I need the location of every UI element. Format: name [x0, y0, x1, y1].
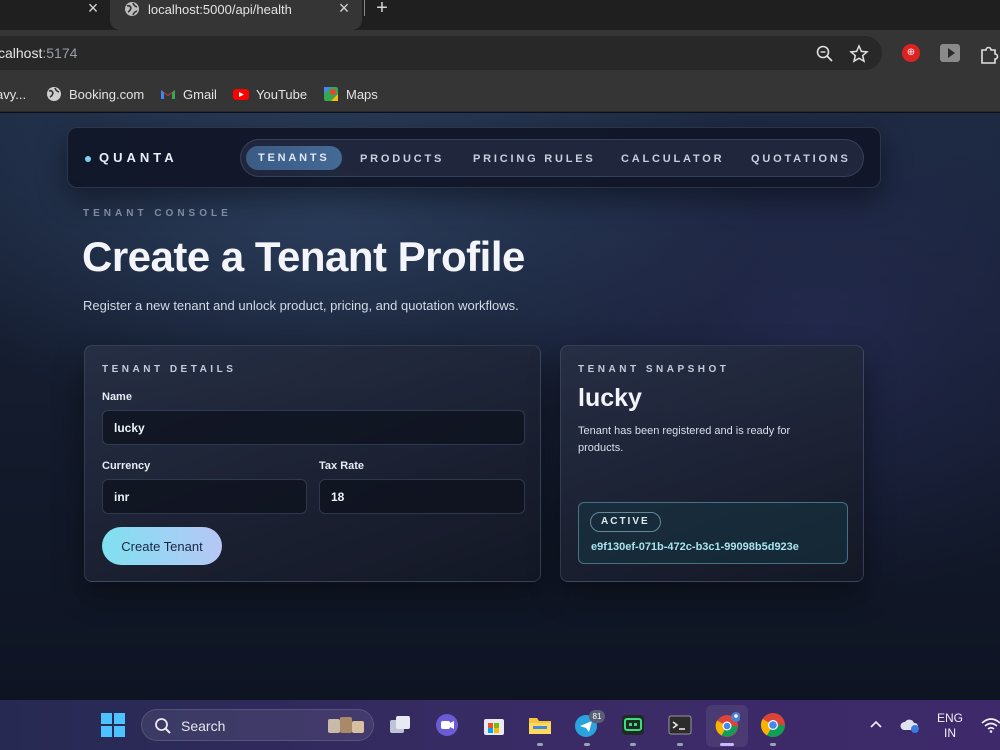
url-host: calhost: [0, 45, 43, 61]
extensions-puzzle-icon[interactable]: [978, 43, 1000, 65]
bookmark-item-gmail[interactable]: Gmail: [160, 85, 217, 103]
bookmark-item[interactable]: avy...: [0, 85, 26, 103]
card-heading: TENANT DETAILS: [102, 364, 237, 375]
search-label: Search: [181, 718, 226, 734]
bookmark-label: Gmail: [183, 86, 217, 102]
snapshot-tenant-name: lucky: [578, 384, 642, 412]
running-indicator: [677, 743, 683, 746]
nav-tab-tenants[interactable]: TENANTS: [246, 146, 342, 170]
zoom-icon[interactable]: [816, 45, 834, 63]
browser-tab[interactable]: localhost:5000/api/health ×: [110, 0, 362, 30]
chrome-profile-icon[interactable]: [714, 712, 740, 738]
url-port: :5174: [42, 45, 78, 61]
tax-rate-input[interactable]: [319, 479, 525, 514]
language-code: ENG: [936, 711, 963, 725]
address-bar[interactable]: calhost:5174: [0, 36, 882, 70]
bookmark-label: YouTube: [256, 86, 308, 102]
windows-start-icon[interactable]: [101, 713, 125, 737]
tab-title: localhost:5000/api/health: [148, 2, 292, 17]
bookmark-item-booking[interactable]: Booking.com: [46, 85, 144, 103]
bookmark-label: avy...: [0, 86, 27, 102]
card-heading: TENANT SNAPSHOT: [578, 364, 730, 375]
active-indicator: [720, 743, 734, 746]
file-explorer-icon[interactable]: [527, 712, 553, 738]
tenant-status-box: ACTIVE e9f130ef-071b-472c-b3c1-99098b5d9…: [578, 502, 848, 564]
new-tab-icon[interactable]: +: [372, 0, 392, 18]
search-highlight-icon: [328, 717, 364, 733]
tax-rate-label: Tax Rate: [319, 460, 365, 472]
running-indicator: [584, 743, 590, 746]
bookmark-item-youtube[interactable]: YouTube: [233, 85, 307, 103]
url-text: calhost:5174: [0, 45, 77, 61]
bookmark-star-icon[interactable]: [849, 44, 869, 64]
nav-tab-products[interactable]: PRODUCTS: [360, 153, 444, 165]
bookmarks-bar: avy... Booking.com Gmail YouTube Maps: [0, 76, 1000, 112]
maps-icon: [324, 87, 338, 101]
running-indicator: [770, 743, 776, 746]
tenant-id: e9f130ef-071b-472c-b3c1-99098b5d923e: [591, 541, 799, 553]
page-subtitle: Register a new tenant and unlock product…: [83, 298, 519, 313]
status-badge: ACTIVE: [590, 512, 661, 532]
page-title: Create a Tenant Profile: [82, 233, 525, 280]
bookmark-item-maps[interactable]: Maps: [323, 85, 378, 103]
chrome-icon[interactable]: [760, 712, 786, 738]
nav-tab-quotations[interactable]: QUOTATIONS: [751, 153, 851, 165]
nav-tab-calculator[interactable]: CALCULATOR: [621, 153, 724, 165]
bookmark-label: Maps: [346, 86, 378, 102]
telegram-unread-badge: 81: [589, 710, 605, 723]
onedrive-icon[interactable]: [900, 715, 922, 735]
region-code: IN: [944, 726, 956, 740]
gmail-icon: [161, 90, 175, 99]
running-indicator: [537, 743, 543, 746]
tenant-details-card: TENANT DETAILS Name Currency Tax Rate Cr…: [84, 345, 541, 582]
brand-logo[interactable]: QUANTA: [99, 150, 178, 165]
top-navbar: QUANTA TENANTS PRODUCTS PRICING RULES CA…: [67, 127, 881, 188]
terminal-green-icon[interactable]: [620, 712, 646, 738]
close-tab-icon[interactable]: ×: [336, 0, 352, 17]
tab-separator: [364, 0, 365, 16]
create-tenant-button[interactable]: Create Tenant: [102, 527, 222, 565]
nav-tabs: TENANTS PRODUCTS PRICING RULES CALCULATO…: [240, 139, 864, 177]
search-icon: [155, 718, 171, 734]
currency-input[interactable]: [102, 479, 307, 514]
running-indicator: [630, 743, 636, 746]
command-prompt-icon[interactable]: [667, 712, 693, 738]
tenant-snapshot-card: TENANT SNAPSHOT lucky Tenant has been re…: [560, 345, 864, 582]
section-eyebrow: TENANT CONSOLE: [83, 208, 232, 219]
app-viewport: QUANTA TENANTS PRODUCTS PRICING RULES CA…: [0, 113, 1000, 700]
youtube-icon: [233, 89, 249, 100]
nav-tab-pricing-rules[interactable]: PRICING RULES: [473, 153, 596, 165]
close-tab-icon[interactable]: ×: [84, 0, 102, 18]
globe-icon: [125, 2, 139, 16]
microsoft-store-icon[interactable]: [481, 712, 507, 738]
video-chat-icon[interactable]: [434, 712, 460, 738]
chevron-up-icon[interactable]: [869, 717, 883, 731]
globe-icon: [47, 87, 61, 101]
taskbar-search[interactable]: Search: [141, 709, 374, 741]
extension-video-icon[interactable]: [940, 44, 960, 62]
name-input[interactable]: [102, 410, 525, 445]
extension-red-icon[interactable]: ⊕: [902, 44, 920, 62]
snapshot-description: Tenant has been registered and is ready …: [578, 425, 791, 454]
currency-label: Currency: [102, 460, 151, 472]
task-view-icon[interactable]: [387, 712, 413, 738]
windows-taskbar: Search 81 ENG IN: [0, 700, 1000, 750]
wifi-icon[interactable]: [981, 716, 1000, 734]
browser-tab-strip: × localhost:5000/api/health × +: [0, 0, 1000, 30]
brand-dot-icon: [85, 156, 91, 162]
name-label: Name: [102, 391, 132, 403]
language-indicator[interactable]: ENG IN: [935, 711, 965, 741]
bookmark-label: Booking.com: [69, 86, 145, 102]
